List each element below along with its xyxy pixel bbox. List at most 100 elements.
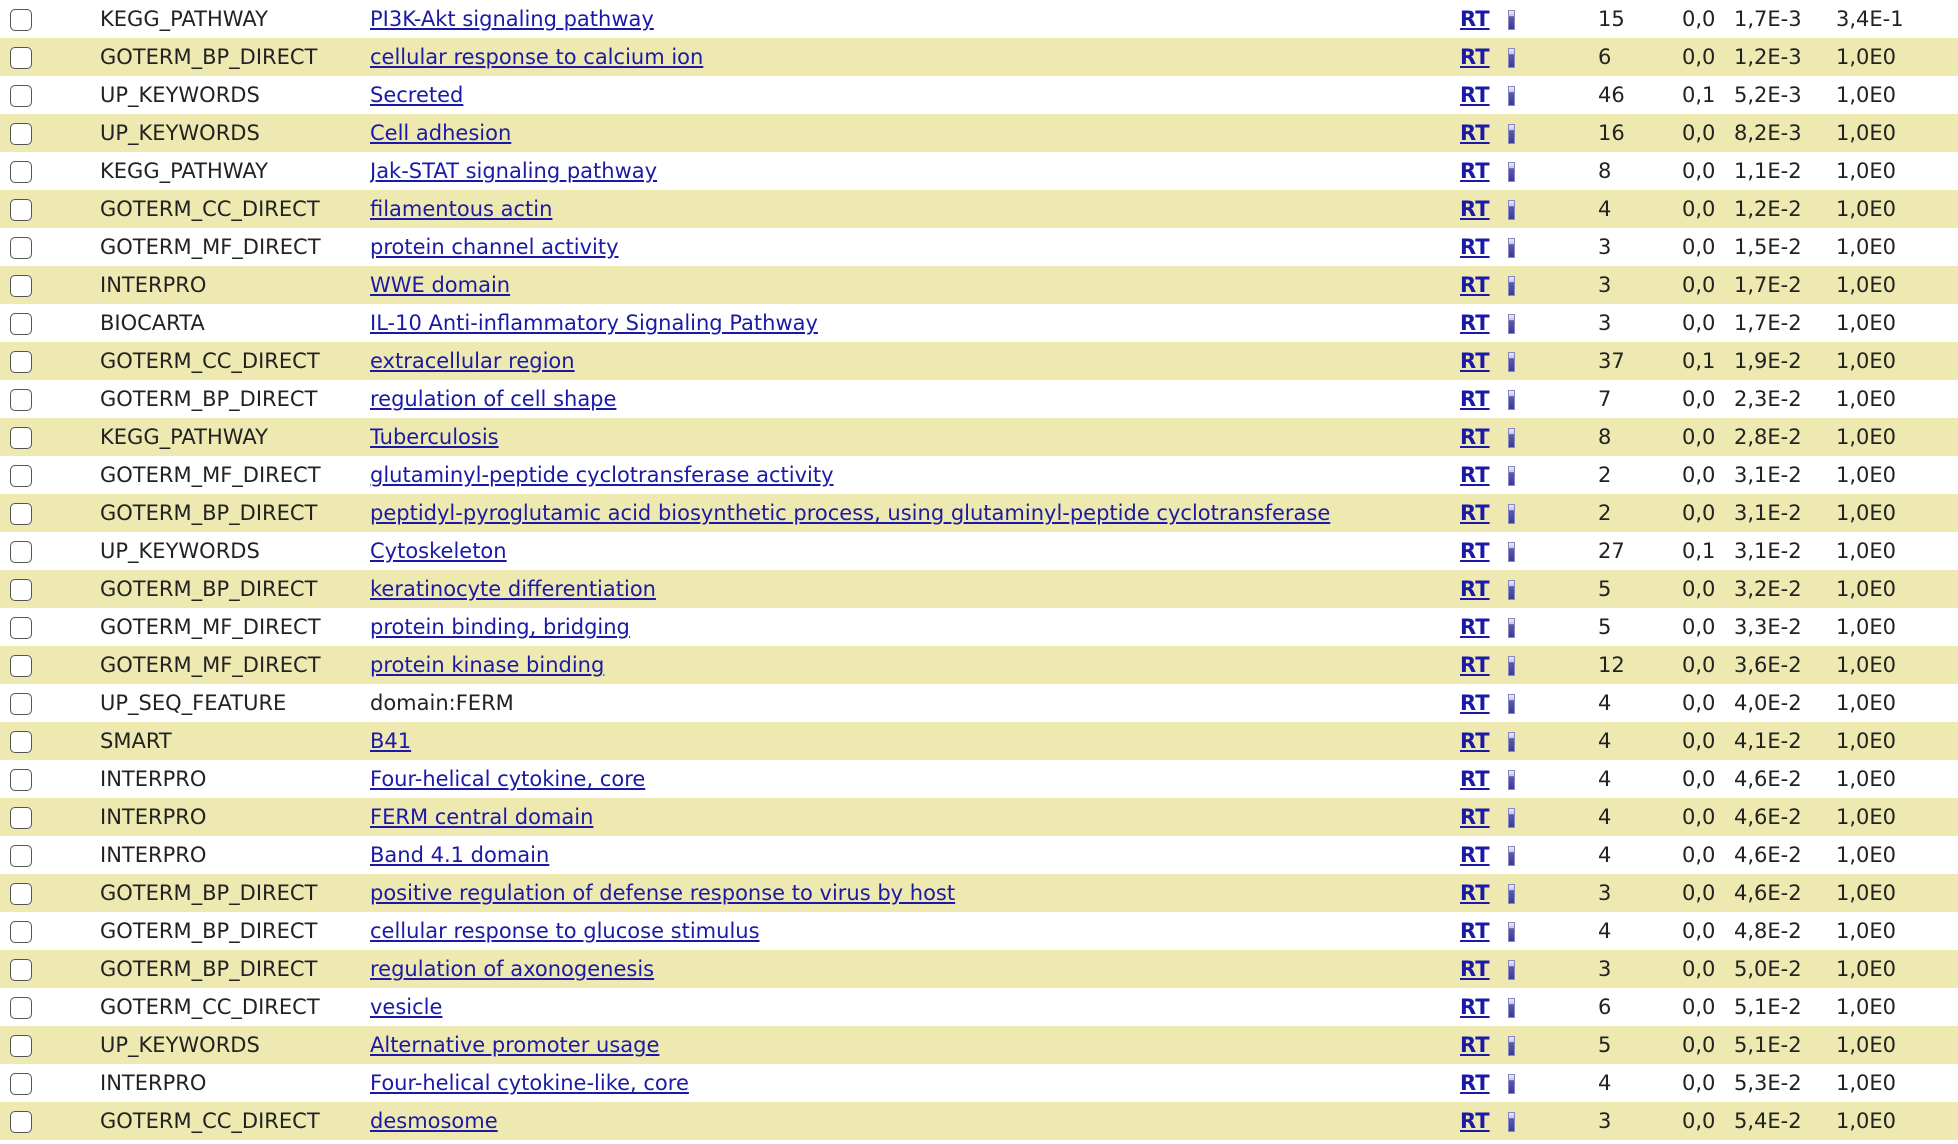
- related-terms-link[interactable]: RT: [1460, 691, 1490, 715]
- bar-chart-icon[interactable]: [1508, 276, 1515, 296]
- checkbox-icon[interactable]: [10, 693, 32, 715]
- related-terms-link[interactable]: RT: [1460, 83, 1490, 107]
- bar-chart-icon[interactable]: [1508, 86, 1515, 106]
- related-terms-link[interactable]: RT: [1460, 273, 1490, 297]
- related-terms-link[interactable]: RT: [1460, 805, 1490, 829]
- checkbox-icon[interactable]: [10, 883, 32, 905]
- bar-chart-icon[interactable]: [1508, 504, 1515, 524]
- bar-chart-icon[interactable]: [1508, 200, 1515, 220]
- related-terms-link[interactable]: RT: [1460, 1109, 1490, 1133]
- term-link[interactable]: protein binding, bridging: [370, 615, 630, 639]
- related-terms-link[interactable]: RT: [1460, 995, 1490, 1019]
- term-link[interactable]: Alternative promoter usage: [370, 1033, 659, 1057]
- checkbox-icon[interactable]: [10, 617, 32, 639]
- related-terms-link[interactable]: RT: [1460, 501, 1490, 525]
- bar-chart-icon[interactable]: [1508, 428, 1515, 448]
- term-link[interactable]: Four-helical cytokine, core: [370, 767, 645, 791]
- bar-chart-icon[interactable]: [1508, 998, 1515, 1018]
- checkbox-icon[interactable]: [10, 427, 32, 449]
- related-terms-link[interactable]: RT: [1460, 463, 1490, 487]
- term-link[interactable]: extracellular region: [370, 349, 575, 373]
- checkbox-icon[interactable]: [10, 655, 32, 677]
- checkbox-icon[interactable]: [10, 9, 32, 31]
- checkbox-icon[interactable]: [10, 541, 32, 563]
- bar-chart-icon[interactable]: [1508, 960, 1515, 980]
- related-terms-link[interactable]: RT: [1460, 881, 1490, 905]
- checkbox-icon[interactable]: [10, 1073, 32, 1095]
- related-terms-link[interactable]: RT: [1460, 349, 1490, 373]
- checkbox-icon[interactable]: [10, 161, 32, 183]
- bar-chart-icon[interactable]: [1508, 732, 1515, 752]
- term-link[interactable]: peptidyl-pyroglutamic acid biosynthetic …: [370, 501, 1330, 525]
- related-terms-link[interactable]: RT: [1460, 425, 1490, 449]
- term-link[interactable]: cellular response to calcium ion: [370, 45, 703, 69]
- term-link[interactable]: IL-10 Anti-inflammatory Signaling Pathwa…: [370, 311, 818, 335]
- checkbox-icon[interactable]: [10, 959, 32, 981]
- bar-chart-icon[interactable]: [1508, 884, 1515, 904]
- checkbox-icon[interactable]: [10, 199, 32, 221]
- checkbox-icon[interactable]: [10, 503, 32, 525]
- related-terms-link[interactable]: RT: [1460, 615, 1490, 639]
- checkbox-icon[interactable]: [10, 47, 32, 69]
- term-link[interactable]: Band 4.1 domain: [370, 843, 549, 867]
- related-terms-link[interactable]: RT: [1460, 539, 1490, 563]
- bar-chart-icon[interactable]: [1508, 922, 1515, 942]
- checkbox-icon[interactable]: [10, 275, 32, 297]
- related-terms-link[interactable]: RT: [1460, 843, 1490, 867]
- checkbox-icon[interactable]: [10, 769, 32, 791]
- bar-chart-icon[interactable]: [1508, 846, 1515, 866]
- bar-chart-icon[interactable]: [1508, 466, 1515, 486]
- bar-chart-icon[interactable]: [1508, 162, 1515, 182]
- term-link[interactable]: regulation of axonogenesis: [370, 957, 654, 981]
- checkbox-icon[interactable]: [10, 845, 32, 867]
- bar-chart-icon[interactable]: [1508, 542, 1515, 562]
- term-link[interactable]: FERM central domain: [370, 805, 593, 829]
- related-terms-link[interactable]: RT: [1460, 1071, 1490, 1095]
- bar-chart-icon[interactable]: [1508, 390, 1515, 410]
- related-terms-link[interactable]: RT: [1460, 767, 1490, 791]
- bar-chart-icon[interactable]: [1508, 618, 1515, 638]
- term-link[interactable]: regulation of cell shape: [370, 387, 616, 411]
- related-terms-link[interactable]: RT: [1460, 957, 1490, 981]
- checkbox-icon[interactable]: [10, 1111, 32, 1133]
- term-link[interactable]: PI3K-Akt signaling pathway: [370, 7, 654, 31]
- related-terms-link[interactable]: RT: [1460, 919, 1490, 943]
- term-link[interactable]: Cell adhesion: [370, 121, 511, 145]
- term-link[interactable]: positive regulation of defense response …: [370, 881, 955, 905]
- bar-chart-icon[interactable]: [1508, 770, 1515, 790]
- bar-chart-icon[interactable]: [1508, 314, 1515, 334]
- bar-chart-icon[interactable]: [1508, 808, 1515, 828]
- term-link[interactable]: desmosome: [370, 1109, 498, 1133]
- checkbox-icon[interactable]: [10, 351, 32, 373]
- checkbox-icon[interactable]: [10, 731, 32, 753]
- term-link[interactable]: Jak-STAT signaling pathway: [370, 159, 657, 183]
- checkbox-icon[interactable]: [10, 237, 32, 259]
- related-terms-link[interactable]: RT: [1460, 1033, 1490, 1057]
- bar-chart-icon[interactable]: [1508, 580, 1515, 600]
- term-link[interactable]: protein channel activity: [370, 235, 619, 259]
- related-terms-link[interactable]: RT: [1460, 653, 1490, 677]
- bar-chart-icon[interactable]: [1508, 1074, 1515, 1094]
- checkbox-icon[interactable]: [10, 313, 32, 335]
- bar-chart-icon[interactable]: [1508, 238, 1515, 258]
- checkbox-icon[interactable]: [10, 921, 32, 943]
- term-link[interactable]: filamentous actin: [370, 197, 552, 221]
- term-link[interactable]: WWE domain: [370, 273, 510, 297]
- related-terms-link[interactable]: RT: [1460, 121, 1490, 145]
- checkbox-icon[interactable]: [10, 807, 32, 829]
- bar-chart-icon[interactable]: [1508, 10, 1515, 30]
- term-link[interactable]: Tuberculosis: [370, 425, 499, 449]
- term-link[interactable]: glutaminyl-peptide cyclotransferase acti…: [370, 463, 834, 487]
- related-terms-link[interactable]: RT: [1460, 7, 1490, 31]
- related-terms-link[interactable]: RT: [1460, 45, 1490, 69]
- checkbox-icon[interactable]: [10, 389, 32, 411]
- term-link[interactable]: Four-helical cytokine-like, core: [370, 1071, 689, 1095]
- checkbox-icon[interactable]: [10, 123, 32, 145]
- related-terms-link[interactable]: RT: [1460, 729, 1490, 753]
- term-link[interactable]: Cytoskeleton: [370, 539, 507, 563]
- term-link[interactable]: B41: [370, 729, 411, 753]
- related-terms-link[interactable]: RT: [1460, 235, 1490, 259]
- bar-chart-icon[interactable]: [1508, 656, 1515, 676]
- bar-chart-icon[interactable]: [1508, 1112, 1515, 1132]
- related-terms-link[interactable]: RT: [1460, 577, 1490, 601]
